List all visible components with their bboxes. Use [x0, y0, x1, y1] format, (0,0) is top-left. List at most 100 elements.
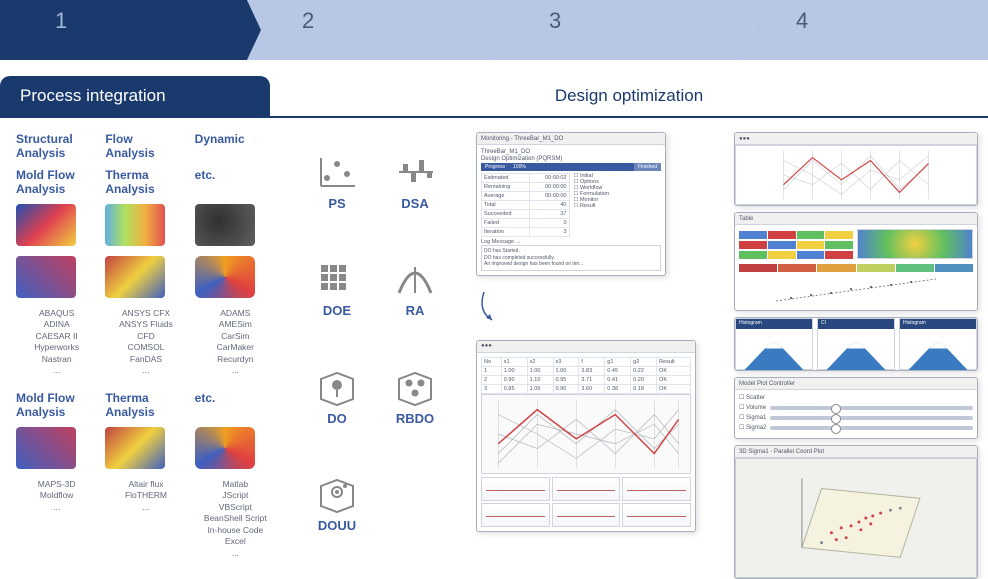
method-douu: DOUU [306, 474, 368, 579]
tab-design-optimization[interactable]: Design optimization [270, 76, 988, 116]
pi-cell-4 [105, 427, 186, 473]
slider-sigma1[interactable]: ☐ Sigma1 [739, 414, 973, 421]
parallel-window: ●●● [734, 132, 978, 206]
step-3: 3 [494, 0, 741, 60]
pi-head-5: etc. [195, 391, 276, 421]
tabs: Process integration Design optimization [0, 76, 988, 118]
scatter-icon [315, 152, 359, 192]
progress-fin: Finished [634, 163, 661, 171]
method-label: DOE [306, 303, 368, 318]
method-label: DSA [384, 196, 446, 211]
monitor-window: Monitoring - ThreeBar_M1_DO ThreeBar_M1_… [476, 132, 666, 276]
method-do: DO [306, 367, 368, 472]
pi-cell-4 [105, 256, 186, 302]
thumb-charts [481, 477, 691, 527]
method-label: RBDO [384, 411, 446, 426]
tab-process-integration[interactable]: Process integration [0, 76, 270, 116]
step-2-num: 2 [302, 8, 484, 34]
progress-bar: Progress 100% Finished [481, 163, 661, 171]
scatter-check[interactable]: Scatter [746, 395, 765, 401]
pi-thumb-4 [105, 256, 165, 298]
pi-cell-1 [105, 204, 186, 250]
step-2: 2 [247, 0, 494, 60]
small-chart: Histogram [899, 318, 977, 370]
small-chart: CI [817, 318, 895, 370]
scatter3d-title: 3D Sigma1 - Parallel Coord Plot [739, 449, 824, 455]
pi-list-3: MAPS-3DMoldflow... [16, 479, 97, 559]
monitor-type: Design Optimization (PQRSM) [481, 156, 562, 162]
step-1: 1 [0, 0, 247, 60]
scatter3d-window: 3D Sigma1 - Parallel Coord Plot [734, 445, 978, 579]
small-chart: Histogram [735, 318, 813, 370]
log-lines: DO has Started.DO has completed successf… [481, 245, 661, 271]
pi-cell-5 [195, 427, 276, 473]
bars-icon [393, 152, 437, 192]
check-result[interactable]: ☐ Result [574, 203, 662, 209]
pi-cell-5 [195, 256, 276, 302]
method-label: DO [306, 411, 368, 426]
method-doe: DOE [306, 259, 368, 364]
progress-label: Progress [481, 163, 509, 171]
pi-list-0: ABAQUSADINACAESAR IIHyperworksNastran... [16, 308, 97, 377]
pi-cell-3 [16, 427, 97, 473]
parcoord-plot [735, 145, 977, 205]
method-label: PS [306, 196, 368, 211]
scatter3d [735, 458, 977, 578]
pi-thumb-5 [195, 256, 255, 298]
monitor-title: Monitoring - ThreeBar_M1_DO [477, 133, 665, 145]
slider-volume[interactable]: ☐ Volume [739, 404, 973, 411]
step-bar: 1 2 3 4 [0, 0, 988, 60]
method-label: DOUU [306, 518, 368, 533]
mappin2-icon [315, 474, 359, 514]
heatmap-window: Table [734, 212, 978, 311]
mappin-icon [315, 367, 359, 407]
method-ra: RA [384, 259, 446, 364]
arrow-icon [476, 288, 516, 328]
bell-icon [393, 259, 437, 299]
step-4: 4 [741, 0, 988, 60]
line-fit [739, 274, 973, 304]
screenshots-area: Monitoring - ThreeBar_M1_DO ThreeBar_M1_… [476, 132, 978, 579]
result-titlebar: ●●● [477, 341, 695, 353]
pi-head-1: Flow Analysis [105, 132, 186, 162]
pi-head-4: Therma Analysis [105, 168, 186, 198]
pi-head-3: Mold Flow Analysis [16, 168, 97, 198]
pi-head-0: Structural Analysis [16, 132, 97, 162]
pi-cell-0 [16, 204, 97, 250]
pi-thumb-3 [16, 256, 76, 298]
method-label: RA [384, 303, 446, 318]
pi-head-4: Therma Analysis [105, 391, 186, 421]
result-table-window: ●●● Nox1x2x3fg1g2Result 11.001.001.003.8… [476, 340, 696, 532]
result-table: Nox1x2x3fg1g2Result 11.001.001.003.830.4… [481, 357, 691, 394]
step-3-num: 3 [549, 8, 731, 34]
parallel-plot [481, 394, 691, 474]
slider-window: Model Plot Controller ☐ Scatter ☐ Volume… [734, 377, 978, 439]
slider-sigma2[interactable]: ☐ Sigma2 [739, 424, 973, 431]
histograms-window: HistogramCIHistogram [734, 317, 978, 371]
process-integration: Structural AnalysisFlow AnalysisDynamicM… [16, 132, 276, 579]
progress-pct: 100% [509, 163, 530, 171]
pi-thumb-2 [195, 204, 255, 246]
pi-list-5: MatlabJScriptVBScriptBeanShell ScriptIn-… [195, 479, 276, 559]
pi-list-4: Altair fluxFloTHERM... [105, 479, 186, 559]
monitor-checks: ☐ Initial☐ Options☐ Workflow☐ Formulatio… [574, 173, 662, 237]
method-rbdo: RBDO [384, 367, 446, 472]
pi-cell-2 [195, 204, 276, 250]
methods-grid: PS DSA DOE RA DO RBDO DOUU [306, 132, 446, 579]
pi-thumb-1 [105, 204, 165, 246]
slider-title: Model Plot Controller [735, 378, 977, 390]
monitor-name: ThreeBar_M1_DO [481, 149, 530, 155]
pi-head-3: Mold Flow Analysis [16, 391, 97, 421]
pi-thumb-0 [16, 204, 76, 246]
pi-cell-3 [16, 256, 97, 302]
pi-list-1: ANSYS CFXANSYS FluidsCFDCOMSOLFanDAS... [105, 308, 186, 377]
pi-thumb-5 [195, 427, 255, 469]
pi-list-2: ADAMSAMESimCarSimCarMakerRecurdyn... [195, 308, 276, 377]
monitor-stats: Estimated00:00:02Remaining00:00:00Averag… [481, 173, 570, 237]
mappins-icon [393, 367, 437, 407]
pi-thumb-4 [105, 427, 165, 469]
step-4-num: 4 [796, 8, 978, 34]
method-ps: PS [306, 152, 368, 257]
step-1-num: 1 [55, 8, 237, 34]
pi-thumb-3 [16, 427, 76, 469]
